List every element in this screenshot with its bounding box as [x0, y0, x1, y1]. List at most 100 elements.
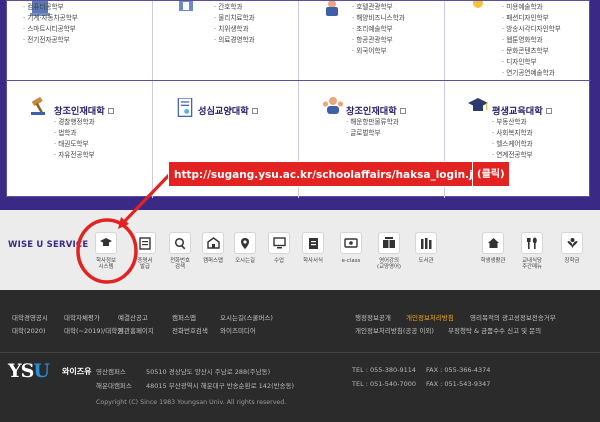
- department-link[interactable]: 디자인학부: [502, 57, 561, 68]
- department-link[interactable]: 패션디자인학부: [502, 13, 561, 24]
- service-forms-button[interactable]: 학사서식: [294, 232, 332, 264]
- college-4-list: 미용예술학과 패션디자인학부 방송시각디자인학부 웹툰영화학과 문화콘텐츠학부 …: [502, 2, 561, 79]
- college-title[interactable]: 창조인재대학: [54, 103, 114, 117]
- service-english-button[interactable]: 영어강의 (교양영어): [370, 232, 408, 271]
- service-class-button[interactable]: 수업: [260, 232, 298, 264]
- department-link[interactable]: 연계전공학부: [492, 150, 532, 161]
- service-label: 영어강의 (교양영어): [376, 258, 402, 271]
- eclass-icon: [340, 232, 362, 254]
- college-title[interactable]: 성심교양대학: [198, 103, 258, 117]
- department-link[interactable]: 연기공연예술학과: [502, 68, 561, 79]
- college-2-list: 간호학과 물리치료학과 치위생학과 의료경영학과: [214, 2, 255, 46]
- department-link[interactable]: 해양비즈니스학과: [352, 13, 405, 24]
- department-link[interactable]: 부동산학과: [492, 117, 533, 128]
- department-link[interactable]: 사회복지학과: [492, 128, 532, 139]
- service-eclass-button[interactable]: e-class: [332, 232, 370, 264]
- department-link[interactable]: 헬스케어학과: [492, 139, 532, 150]
- service-scholarship-button[interactable]: 장학금: [553, 232, 591, 264]
- service-library-button[interactable]: 도서관: [407, 232, 445, 264]
- department-link[interactable]: 조리예술학부: [352, 24, 405, 35]
- footer-link[interactable]: 영리목적의 광고성정보전송거부: [470, 312, 556, 322]
- campus-fax: FAX : 051-543-9347: [426, 380, 491, 388]
- service-certificate-button[interactable]: 증명서 발급: [126, 232, 164, 271]
- service-label: e-class: [341, 258, 361, 264]
- department-link[interactable]: 경찰행정학과: [54, 117, 94, 128]
- department-link[interactable]: 웹툰영화학과: [502, 35, 561, 46]
- footer-divider: [0, 352, 600, 353]
- service-label: 수업: [274, 258, 284, 264]
- column-divider: [152, 1, 153, 198]
- department-link[interactable]: 컴퓨터공학부: [23, 2, 78, 13]
- external-link-icon: [251, 108, 258, 114]
- annotation-click: (클릭): [472, 161, 510, 187]
- service-label: 증명서 발급: [137, 258, 153, 271]
- phone-search-icon: [169, 232, 191, 254]
- footer-link[interactable]: 오시는길(스쿨버스): [220, 312, 273, 322]
- department-link[interactable]: 치위생학과: [214, 24, 255, 35]
- footer-link[interactable]: 와이즈미디어: [220, 325, 256, 335]
- department-link[interactable]: 법학과: [54, 128, 95, 139]
- college-1-list: 컴퓨터공학부 기계·자동차공학부 스마트시티공학부 전기전자공학부: [23, 2, 78, 46]
- footer-link[interactable]: 기관홈페이지: [118, 325, 154, 335]
- service-label: 도서관: [418, 258, 434, 264]
- footer-link[interactable]: 대학경영공시: [12, 312, 48, 322]
- footer: [0, 290, 600, 422]
- footer-link[interactable]: 캠퍼스맵: [172, 312, 196, 322]
- footer-link[interactable]: 개인정보처리방침(공공 이외): [355, 325, 434, 335]
- annotation-url: http://sugang.ysu.ac.kr/schoolaffairs/ha…: [168, 161, 493, 187]
- department-link[interactable]: 호텔관광학부: [352, 2, 405, 13]
- department-link[interactable]: 전기전자공학부: [23, 35, 78, 46]
- department-link[interactable]: 태권도학부: [54, 139, 95, 150]
- department-link[interactable]: 물리치료학과: [214, 13, 254, 24]
- campus-map-icon: [202, 232, 224, 254]
- department-link[interactable]: 미용예술학과: [502, 2, 561, 13]
- location-pin-icon: [234, 232, 256, 254]
- department-link[interactable]: 의료경영학과: [214, 35, 254, 46]
- department-link[interactable]: 글로벌학부: [346, 128, 399, 139]
- service-directions-button[interactable]: 오시는길: [226, 232, 264, 264]
- department-link[interactable]: 해운항만물류학과: [346, 117, 399, 128]
- footer-link[interactable]: 행정정보공개: [355, 312, 391, 322]
- external-link-icon: [545, 108, 552, 114]
- service-menu-button[interactable]: 교내식당 주간메뉴: [513, 232, 551, 271]
- department-link[interactable]: 문화콘텐츠학부: [502, 46, 561, 57]
- cutlery-icon: [521, 232, 543, 254]
- campus-tel: TEL : 051-540-7000: [352, 380, 417, 388]
- footer-link[interactable]: 대학(2020): [12, 325, 46, 335]
- footer-link[interactable]: 전화번호검색: [172, 325, 208, 335]
- service-haksa-button[interactable]: 학사정보 시스템: [87, 232, 125, 271]
- copyright: Copyright (C) Since 1983 Youngsan Univ. …: [96, 399, 287, 406]
- library-icon: [415, 232, 437, 254]
- footer-link[interactable]: 대학자체평가: [64, 312, 100, 322]
- service-label: 학생생활관: [480, 258, 506, 264]
- department-link[interactable]: 외국어학부: [352, 46, 405, 57]
- college-3-list: 호텔관광학부 해양비즈니스학과 조리예술학부 항공관광학부 외국어학부: [352, 2, 405, 57]
- document-icon: [302, 232, 324, 254]
- college-title[interactable]: 창조인재대학: [346, 103, 406, 117]
- college-8-list: 부동산학과 사회복지학과 헬스케어학과 연계전공학부: [492, 117, 533, 161]
- dormitory-icon: [482, 232, 504, 254]
- footer-link[interactable]: 대학(~2019)/대학원: [64, 325, 123, 335]
- footer-link[interactable]: 부정청탁 & 금품수수 신고 및 문의: [448, 325, 541, 335]
- service-label: 장학금: [564, 258, 580, 264]
- department-link[interactable]: 항공관광학부: [352, 35, 405, 46]
- external-link-icon: [107, 108, 114, 114]
- footer-link-privacy[interactable]: 개인정보처리방침: [406, 312, 454, 322]
- campus-address: 48015 부산광역시 해운대구 반송순환로 142(반송동): [146, 382, 295, 390]
- service-title: WISE U SERVICE: [8, 240, 89, 250]
- department-link[interactable]: 방송시각디자인학부: [502, 24, 561, 35]
- certificate-doc-icon: [177, 98, 193, 117]
- external-link-icon: [399, 108, 406, 114]
- campus-name: 영산캠퍼스: [96, 368, 126, 376]
- footer-link[interactable]: 예결산공고: [118, 312, 148, 322]
- department-link[interactable]: 스마트시티공학부: [23, 24, 78, 35]
- service-dormitory-button[interactable]: 학생생활관: [474, 232, 512, 264]
- service-label: 교내식당 주간메뉴: [522, 258, 542, 271]
- department-link[interactable]: 간호학과: [214, 2, 255, 13]
- monitor-icon: [268, 232, 290, 254]
- row-divider: [7, 80, 591, 81]
- department-link[interactable]: 기계·자동차공학부: [23, 13, 78, 24]
- department-link[interactable]: 자유전공학부: [54, 150, 94, 161]
- college-title[interactable]: 평생교육대학: [492, 103, 552, 117]
- ysu-logo[interactable]: YSU: [8, 360, 50, 382]
